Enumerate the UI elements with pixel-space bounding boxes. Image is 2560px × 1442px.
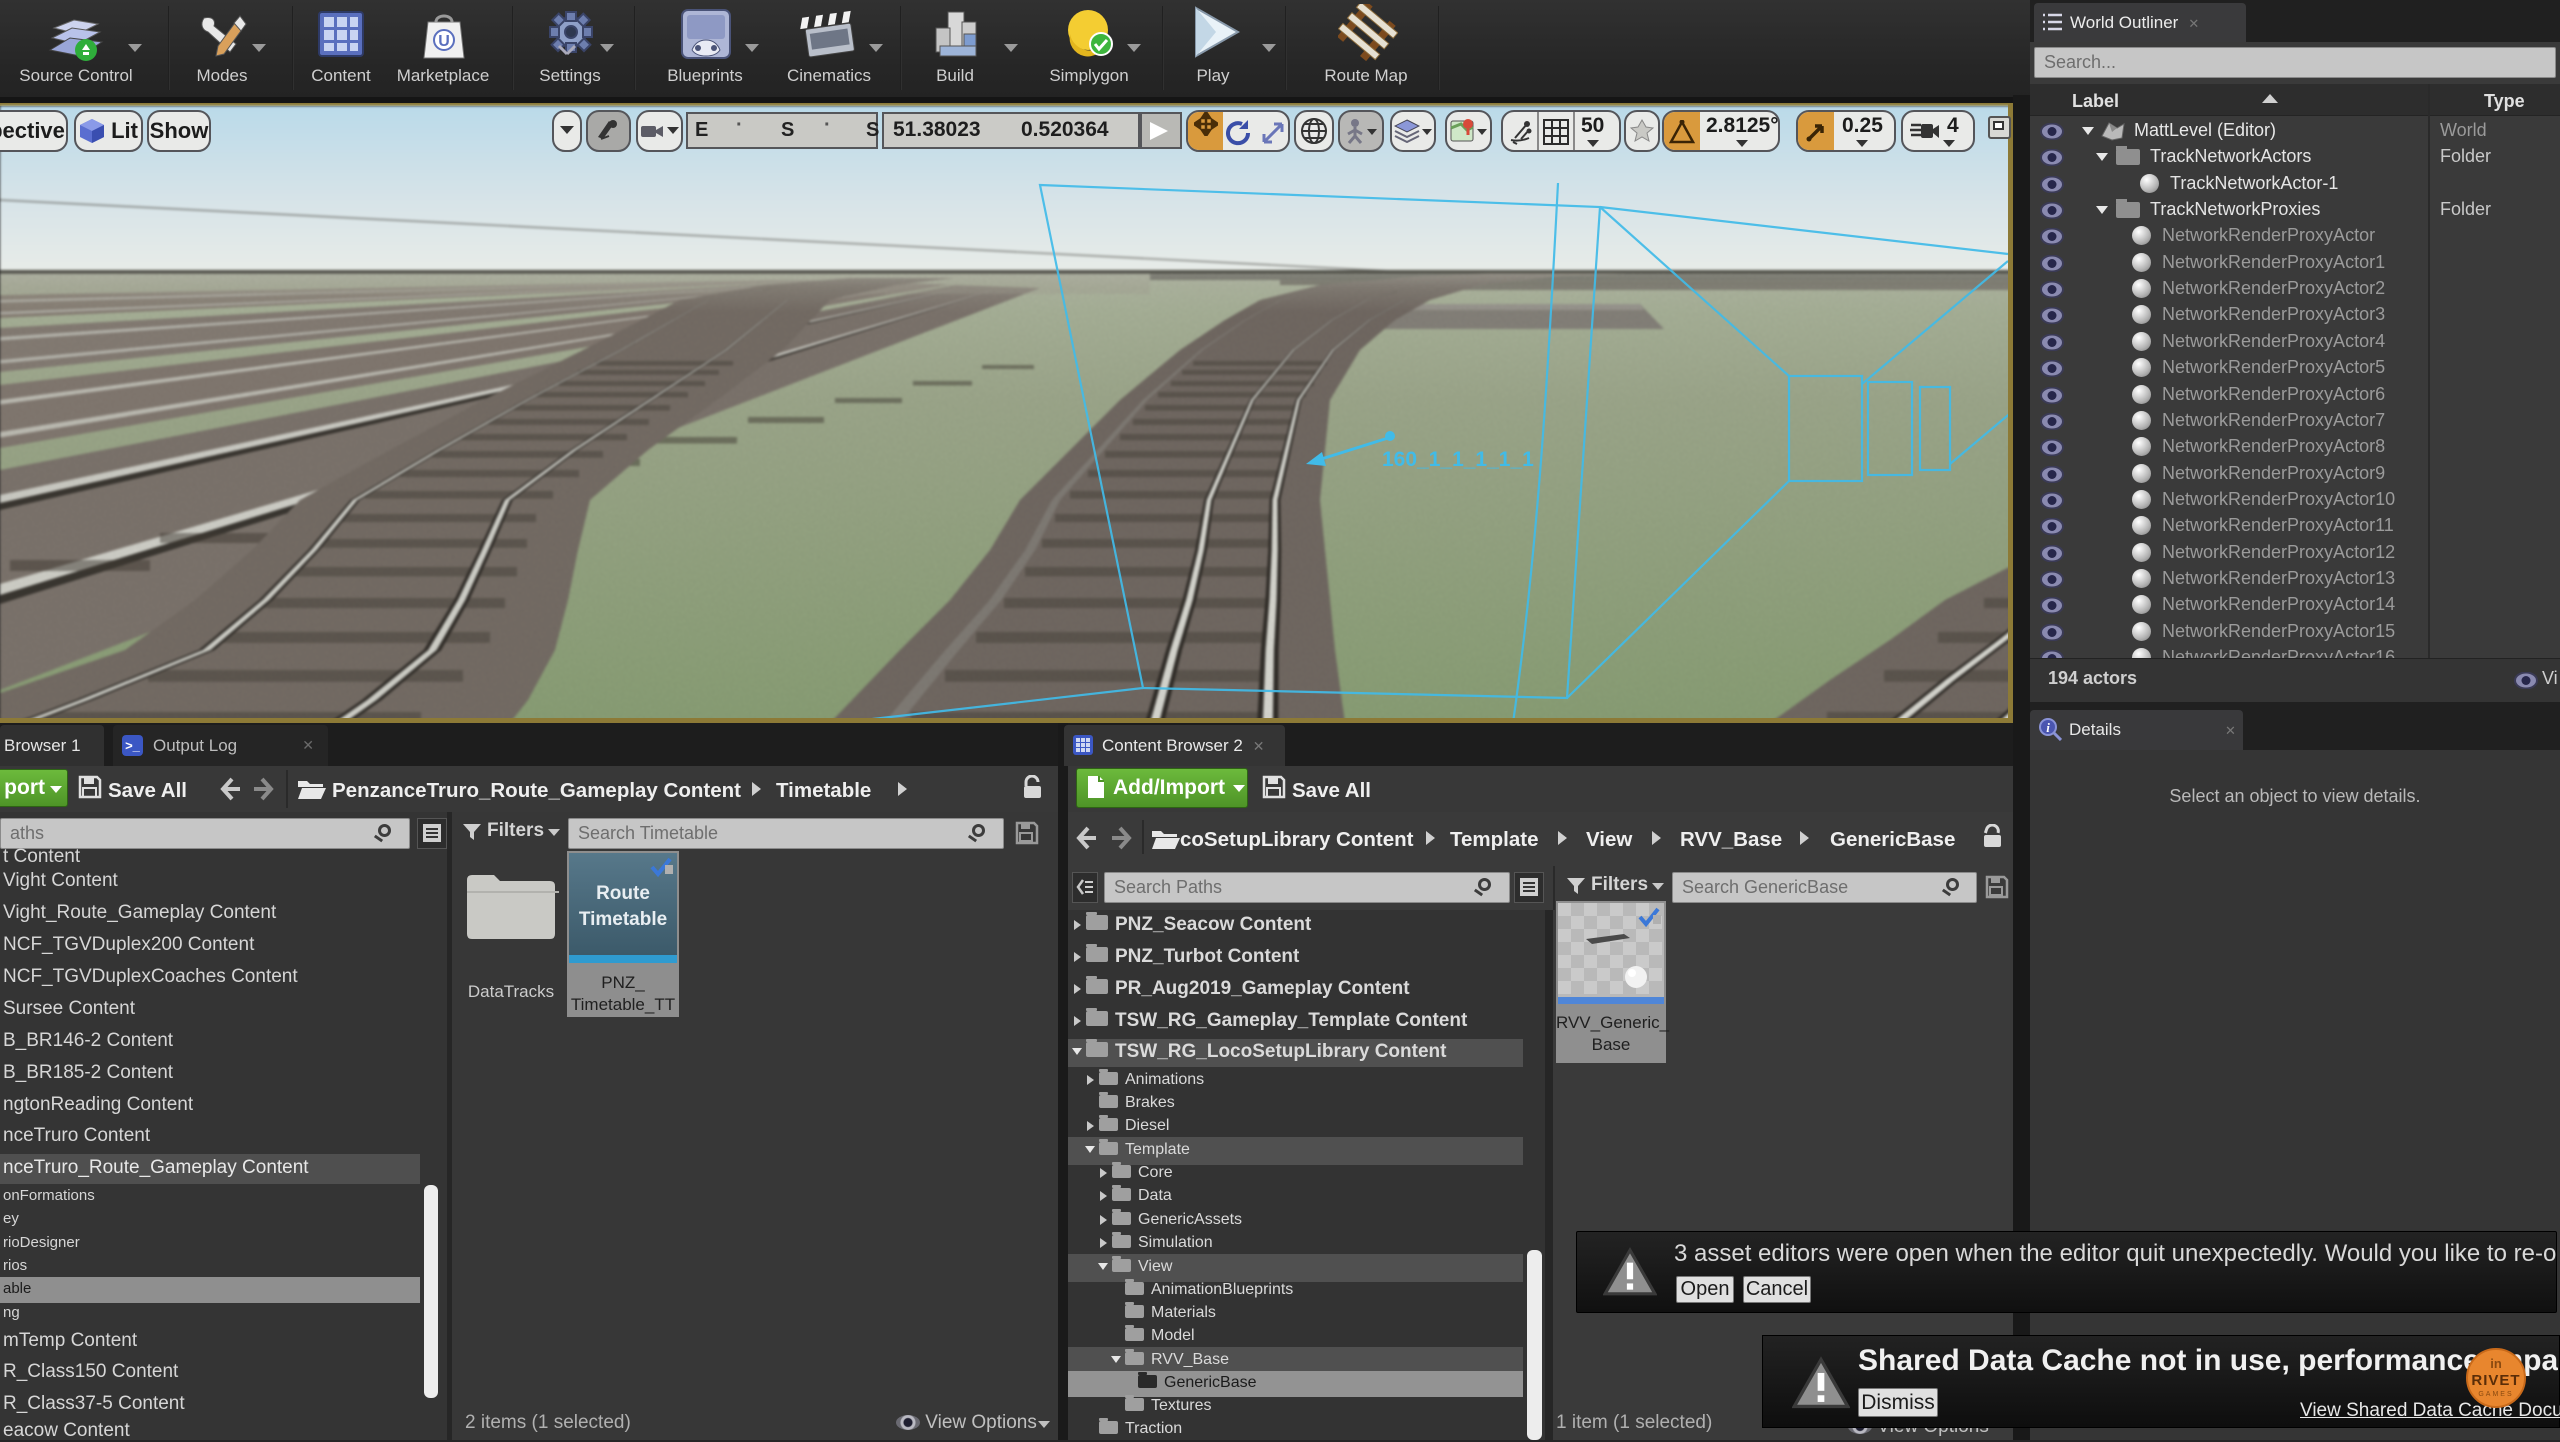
svg-text:U: U	[438, 33, 450, 50]
svg-text:160_1_1_1_1_1: 160_1_1_1_1_1	[1382, 448, 1534, 471]
svg-text:i: i	[2046, 720, 2050, 735]
svg-text:in: in	[2490, 1356, 2502, 1371]
svg-text:RIVET: RIVET	[2471, 1372, 2520, 1389]
svg-text:GAMES: GAMES	[2478, 1391, 2513, 1398]
